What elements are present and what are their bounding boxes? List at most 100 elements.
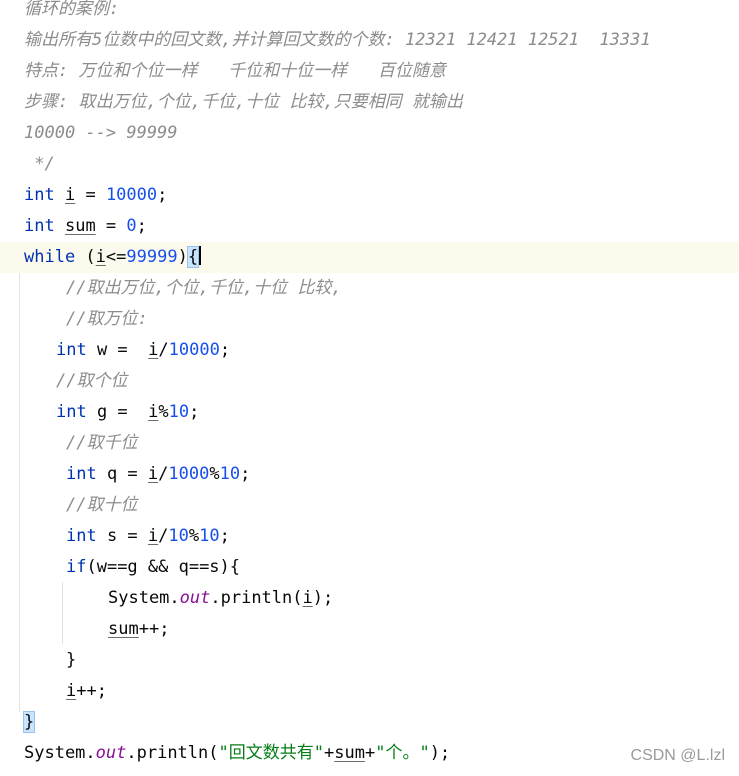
code-token: 10 bbox=[168, 526, 189, 546]
code-line[interactable]: } bbox=[0, 707, 739, 738]
code-token: //取个位 bbox=[56, 371, 128, 391]
code-token: sum bbox=[334, 743, 365, 763]
code-token: ; bbox=[240, 464, 251, 484]
code-token: ++; bbox=[76, 681, 107, 701]
code-line[interactable]: //取个位 bbox=[0, 366, 739, 397]
code-token: 10 bbox=[199, 526, 220, 546]
code-line[interactable]: i++; bbox=[0, 676, 739, 707]
code-line[interactable]: //取十位 bbox=[0, 490, 739, 521]
code-token: i bbox=[95, 247, 106, 267]
code-token: 10 bbox=[219, 464, 241, 484]
code-token: //取千位 bbox=[66, 433, 138, 453]
code-line[interactable]: 输出所有5位数中的回文数,并计算回文数的个数: 12321 12421 1252… bbox=[0, 25, 739, 56]
code-token: % bbox=[188, 526, 200, 546]
code-line[interactable]: int sum = 0; bbox=[0, 211, 739, 242]
code-token: sum bbox=[64, 216, 96, 236]
code-token: i bbox=[147, 464, 159, 484]
code-token: .println( bbox=[210, 588, 303, 608]
code-token: g = bbox=[86, 402, 149, 422]
code-token: ) bbox=[177, 247, 188, 267]
code-token: i bbox=[147, 526, 159, 546]
code-token: = bbox=[75, 185, 106, 205]
text-caret bbox=[199, 246, 202, 265]
code-token: 99999 bbox=[126, 247, 178, 267]
code-token: if bbox=[66, 557, 87, 577]
code-token: = bbox=[95, 216, 127, 236]
code-token: / bbox=[158, 526, 169, 546]
code-token: w = bbox=[86, 340, 149, 360]
code-line[interactable]: System.out.println(i); bbox=[0, 583, 739, 614]
code-token: 10 bbox=[168, 402, 190, 422]
code-token: ; bbox=[157, 185, 168, 205]
code-token: i bbox=[64, 185, 76, 205]
code-token: ); bbox=[429, 743, 451, 763]
code-token: i bbox=[302, 588, 313, 608]
code-token: .println( bbox=[126, 743, 219, 763]
code-line[interactable]: int w = i/10000; bbox=[0, 335, 739, 366]
code-token: i bbox=[148, 402, 159, 422]
code-token: % bbox=[209, 464, 220, 484]
code-line[interactable]: 10000 --> 99999 bbox=[0, 118, 739, 149]
code-line[interactable]: if(w==g && q==s){ bbox=[0, 552, 739, 583]
code-token: sum bbox=[108, 619, 139, 639]
code-token: i bbox=[66, 681, 77, 701]
code-token: 循环的案例: bbox=[24, 0, 120, 19]
csdn-watermark: CSDN @L.lzl bbox=[630, 747, 725, 764]
code-token: int bbox=[56, 402, 87, 422]
code-token: //取万位: bbox=[66, 309, 148, 329]
code-token: 步骤: 取出万位,个位,千位,十位 比较,只要相同 就输出 bbox=[24, 92, 463, 112]
code-token: ; bbox=[219, 526, 230, 546]
code-line[interactable]: 步骤: 取出万位,个位,千位,十位 比较,只要相同 就输出 bbox=[0, 87, 739, 118]
code-line[interactable]: int g = i%10; bbox=[0, 397, 739, 428]
code-token: <= bbox=[105, 247, 127, 267]
code-line[interactable]: //取出万位,个位,千位,十位 比较, bbox=[0, 273, 739, 304]
code-token: ; bbox=[189, 402, 200, 422]
code-token: //取出万位,个位,千位,十位 比较, bbox=[66, 278, 342, 298]
code-token: ); bbox=[312, 588, 334, 608]
code-token: //取十位 bbox=[66, 495, 138, 515]
code-line[interactable]: 特点: 万位和个位一样 千位和十位一样 百位随意 bbox=[0, 56, 739, 87]
code-token: int bbox=[66, 464, 97, 484]
code-token: / bbox=[158, 464, 169, 484]
code-line[interactable]: 循环的案例: bbox=[0, 0, 739, 25]
code-token: 10000 bbox=[168, 340, 220, 360]
code-token: while bbox=[24, 247, 76, 267]
code-token: } bbox=[66, 650, 77, 670]
code-token: s = bbox=[96, 526, 148, 546]
code-line[interactable]: */ bbox=[0, 149, 739, 180]
code-token: q = bbox=[96, 464, 148, 484]
code-token: { bbox=[186, 246, 200, 268]
code-line[interactable]: int i = 10000; bbox=[0, 180, 739, 211]
code-line[interactable]: sum++; bbox=[0, 614, 739, 645]
code-token: + bbox=[323, 743, 335, 763]
code-token: System. bbox=[108, 588, 180, 608]
code-token: */ bbox=[24, 154, 55, 174]
code-token: out bbox=[95, 743, 127, 763]
code-token: out bbox=[179, 588, 211, 608]
code-line[interactable]: System.out.println("回文数共有"+sum+"个。"); bbox=[0, 738, 739, 769]
code-token: int bbox=[24, 216, 55, 236]
code-token: int bbox=[66, 526, 97, 546]
code-token: 10000 --> 99999 bbox=[24, 123, 178, 143]
code-line[interactable]: while (i<=99999){ bbox=[0, 242, 739, 273]
code-token: int bbox=[24, 185, 55, 205]
code-token: 输出所有5位数中的回文数,并计算回文数的个数: 12321 12421 1252… bbox=[24, 30, 651, 50]
code-token: 特点: 万位和个位一样 千位和十位一样 百位随意 bbox=[24, 61, 446, 81]
code-line[interactable]: int q = i/1000%10; bbox=[0, 459, 739, 490]
code-token: + bbox=[364, 743, 376, 763]
code-line[interactable]: } bbox=[0, 645, 739, 676]
code-token: ++; bbox=[138, 619, 170, 639]
code-token: ; bbox=[136, 216, 147, 236]
code-line[interactable]: //取万位: bbox=[0, 304, 739, 335]
code-token: int bbox=[56, 340, 87, 360]
code-token: ; bbox=[219, 340, 231, 360]
code-token: 0 bbox=[126, 216, 137, 236]
code-token: 10000 bbox=[105, 185, 158, 205]
code-line[interactable]: int s = i/10%10; bbox=[0, 521, 739, 552]
code-token: "回文数共有" bbox=[218, 743, 324, 763]
code-token: ( bbox=[75, 247, 96, 267]
code-token: i bbox=[148, 340, 159, 360]
code-line[interactable]: //取千位 bbox=[0, 428, 739, 459]
